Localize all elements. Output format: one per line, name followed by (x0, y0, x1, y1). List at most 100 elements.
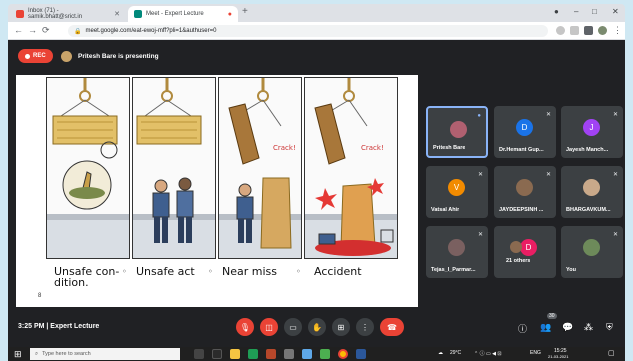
task-view-icon[interactable] (194, 349, 204, 359)
profile-avatar[interactable] (598, 26, 607, 35)
caption-sep-1: ◦ (122, 267, 127, 276)
weather-icon[interactable]: ☁ (438, 350, 443, 356)
account-circle-icon[interactable]: ● (554, 7, 559, 16)
participant-tile[interactable]: ✕ J Jayesh Manch... (561, 106, 623, 158)
close-tab-icon[interactable]: ✕ (114, 10, 120, 18)
participant-name: Pritesh Bare (433, 145, 466, 151)
cartoon-illustration: Crack! (305, 78, 397, 258)
mic-off-icon: ✕ (477, 232, 483, 238)
avatar (450, 121, 467, 138)
participant-tile[interactable]: ✕ JAYDEEPSINH ... (494, 166, 556, 218)
avatar (583, 179, 600, 196)
url-text: meet.google.com/eat-ewoj-mff?pli=1&authu… (85, 28, 217, 34)
cartoon-panel-unsafe-act (132, 77, 216, 259)
caption-unsafe-condition: Unsafe con- dition. (54, 265, 120, 289)
more-options-button[interactable]: ⋮ (356, 318, 374, 336)
activities-icon[interactable]: ⁂ (584, 322, 593, 333)
url-input[interactable]: 🔒 meet.google.com/eat-ewoj-mff?pli=1&aut… (68, 25, 548, 37)
excel-icon[interactable] (248, 349, 258, 359)
extensions-icon[interactable] (584, 26, 593, 35)
powerpoint-icon[interactable] (266, 349, 276, 359)
slide-page-number: 8 (38, 293, 42, 299)
maximize-button[interactable]: □ (592, 7, 597, 16)
os-taskbar: ⊞ ⌕ Type here to search ☁ 29°C ⌃ ⓘ ▭ ◀ ⊡… (8, 347, 625, 361)
presenting-label: Pritesh Bare is presenting (78, 52, 159, 60)
cartoon-illustration (133, 78, 215, 258)
cartoon-panel-near-miss: Crack! (218, 77, 302, 259)
mic-off-icon: ✕ (612, 232, 618, 238)
participant-tile[interactable]: ● Pritesh Bare (426, 106, 488, 158)
caption-sep-2: ◦ (208, 267, 213, 276)
mic-off-icon: ✕ (477, 172, 483, 178)
tab-label: Meet - Expert Lecture (146, 11, 204, 17)
reload-icon[interactable]: ⟳ (42, 25, 50, 36)
language-indicator[interactable]: ENG (530, 350, 541, 356)
mic-off-icon: ✕ (545, 112, 551, 118)
word-icon[interactable] (356, 349, 366, 359)
notification-icon[interactable]: ▢ (608, 349, 615, 357)
captions-button[interactable]: ▭ (284, 318, 302, 336)
avatar: J (583, 119, 600, 136)
participant-tile[interactable]: ✕ V Vatsal Ahir (426, 166, 488, 218)
chrome-icon[interactable] (338, 349, 348, 359)
crack-text: Crack! (273, 144, 296, 152)
minimize-button[interactable]: – (574, 7, 578, 16)
tab-gmail[interactable]: Inbox (71) - samik.bhatt@srict.in ✕ (10, 6, 126, 22)
menu-icon[interactable]: ⋮ (613, 25, 622, 36)
new-tab-button[interactable]: + (242, 6, 248, 17)
windows-start-icon[interactable]: ⊞ (14, 349, 22, 360)
lock-icon: 🔒 (74, 28, 82, 35)
back-icon[interactable]: ← (14, 25, 23, 35)
raise-hand-button[interactable]: ✋ (308, 318, 326, 336)
crack-text: Crack! (361, 144, 384, 152)
people-icon[interactable]: 👥 (540, 322, 551, 333)
participant-tile[interactable]: ✕ BHARGAVKUM... (561, 166, 623, 218)
taskbar-search-input[interactable]: ⌕ Type here to search (30, 348, 180, 360)
camera-off-button[interactable]: ◫ (260, 318, 278, 336)
shared-slide: Crack! Crack! Unsafe con- dition. ◦ Unsa… (16, 75, 418, 307)
mic-off-icon: ✕ (612, 172, 618, 178)
cartoon-panel-accident: Crack! (304, 77, 398, 259)
app-icon[interactable] (284, 349, 294, 359)
speaking-icon: ● (477, 113, 481, 119)
rec-label: REC (33, 53, 46, 59)
meet-window: REC Pritesh Bare is presenting Crack! Cr… (8, 40, 625, 347)
others-tile[interactable]: D 21 others (494, 226, 556, 278)
mic-off-icon: ✕ (612, 112, 618, 118)
close-tab-icon[interactable]: ● (228, 11, 232, 18)
host-controls-icon[interactable]: ⛨ (606, 322, 613, 333)
forward-icon[interactable]: → (28, 25, 37, 35)
present-button[interactable]: ⊞ (332, 318, 350, 336)
record-dot-icon (25, 53, 30, 59)
calendar-app-icon[interactable] (212, 349, 222, 359)
screen: Inbox (71) - samik.bhatt@srict.in ✕ Meet… (0, 0, 633, 361)
participant-tile-self[interactable]: ✕ You (561, 226, 623, 278)
close-window-button[interactable]: ✕ (612, 7, 619, 16)
clock-date[interactable]: 21-03-2021 (548, 354, 568, 359)
participant-name: You (566, 267, 576, 273)
avatar: D (516, 119, 533, 136)
app-icon[interactable] (302, 349, 312, 359)
participant-name: 21 others (506, 258, 531, 264)
end-call-button[interactable]: ☎ (380, 318, 404, 336)
tray-icons[interactable]: ⌃ ⓘ ▭ ◀ ⊡ (474, 350, 502, 357)
info-icon[interactable]: ⓘ (518, 322, 527, 335)
participant-tile[interactable]: ✕ D Dr.Hemant Gup... (494, 106, 556, 158)
camera-indicator-icon[interactable] (556, 26, 565, 35)
app-icon[interactable] (320, 349, 330, 359)
file-explorer-icon[interactable] (230, 349, 240, 359)
chat-icon[interactable]: 💬 (562, 322, 573, 333)
mic-off-icon: ✕ (545, 172, 551, 178)
participant-name: BHARGAVKUM... (566, 207, 611, 213)
participant-tile[interactable]: ✕ Tejas_I_Parmar... (426, 226, 488, 278)
tab-meet[interactable]: Meet - Expert Lecture ● (128, 6, 238, 22)
mic-off-button[interactable]: 🎙 (236, 318, 254, 336)
participant-name: Jayesh Manch... (566, 147, 609, 153)
cartoon-illustration (47, 78, 129, 258)
star-icon[interactable] (570, 26, 579, 35)
search-icon: ⌕ (35, 350, 39, 357)
avatar: V (448, 179, 465, 196)
avatar (583, 239, 600, 256)
avatar (448, 239, 465, 256)
temperature: 29°C (450, 350, 462, 356)
